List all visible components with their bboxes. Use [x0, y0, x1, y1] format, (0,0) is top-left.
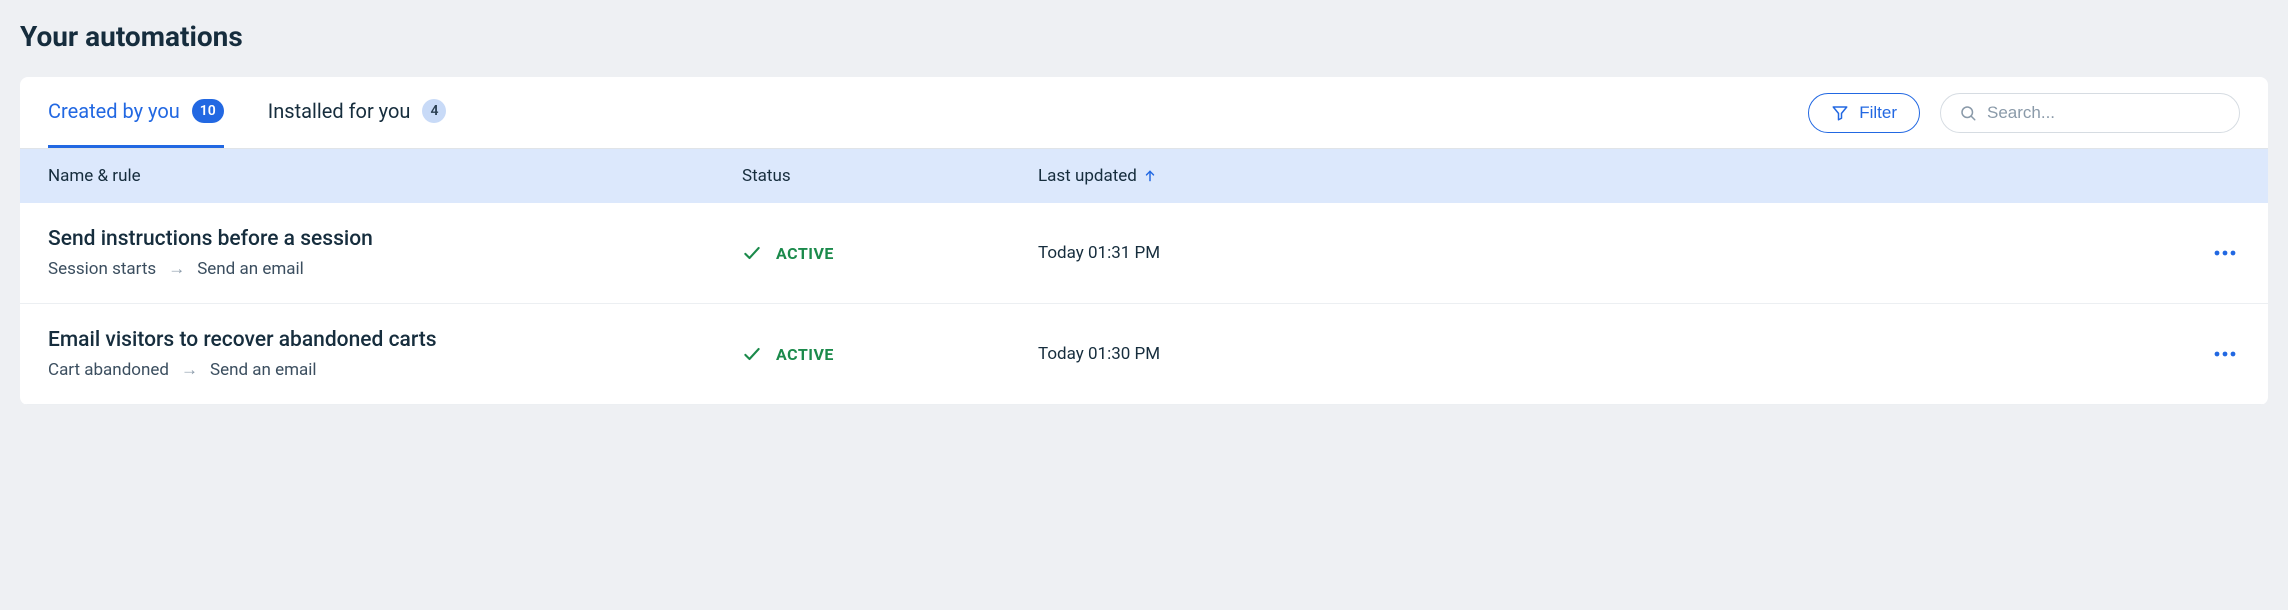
table-row[interactable]: Email visitors to recover abandoned cart… — [20, 304, 2268, 405]
automation-rule: Session starts → Send an email — [48, 259, 742, 279]
rule-action: Send an email — [210, 360, 317, 380]
row-name-cell: Send instructions before a session Sessi… — [48, 227, 742, 279]
search-icon — [1959, 104, 1977, 122]
row-name-cell: Email visitors to recover abandoned cart… — [48, 328, 742, 380]
rule-trigger: Cart abandoned — [48, 360, 169, 380]
status-cell: ACTIVE — [742, 243, 1038, 263]
filter-button[interactable]: Filter — [1808, 93, 1920, 133]
table-row[interactable]: Send instructions before a session Sessi… — [20, 203, 2268, 304]
rule-action: Send an email — [197, 259, 304, 279]
automations-card: Created by you 10 Installed for you 4 Fi… — [20, 77, 2268, 405]
updated-cell: Today 01:31 PM — [1038, 243, 2180, 263]
column-header-name[interactable]: Name & rule — [48, 166, 742, 186]
tabs: Created by you 10 Installed for you 4 — [48, 77, 1808, 148]
automation-title: Send instructions before a session — [48, 227, 742, 251]
tab-count-badge: 4 — [422, 99, 446, 123]
automation-rule: Cart abandoned → Send an email — [48, 360, 742, 380]
tabs-row: Created by you 10 Installed for you 4 Fi… — [20, 77, 2268, 149]
tab-label: Installed for you — [268, 99, 411, 123]
filter-icon — [1831, 104, 1849, 122]
updated-cell: Today 01:30 PM — [1038, 344, 2180, 364]
arrow-right-icon: → — [181, 360, 198, 380]
tab-label: Created by you — [48, 99, 180, 123]
tab-installed-for-you[interactable]: Installed for you 4 — [268, 77, 447, 148]
tab-count-badge: 10 — [192, 99, 224, 123]
check-icon — [742, 243, 762, 263]
arrow-right-icon: → — [168, 259, 185, 279]
more-actions-button[interactable] — [2210, 339, 2240, 369]
tab-created-by-you[interactable]: Created by you 10 — [48, 77, 224, 148]
sort-ascending-icon — [1143, 169, 1157, 183]
filter-label: Filter — [1859, 103, 1897, 123]
status-label: ACTIVE — [776, 345, 834, 364]
page-title: Your automations — [20, 20, 2268, 53]
column-header-updated-label: Last updated — [1038, 166, 1137, 186]
column-header-status[interactable]: Status — [742, 166, 1038, 186]
header-actions: Filter — [1808, 93, 2240, 133]
search-input[interactable] — [1987, 103, 2221, 123]
more-actions-button[interactable] — [2210, 238, 2240, 268]
status-label: ACTIVE — [776, 244, 834, 263]
column-header-updated[interactable]: Last updated — [1038, 166, 2180, 186]
search-field[interactable] — [1940, 93, 2240, 133]
rule-trigger: Session starts — [48, 259, 156, 279]
status-cell: ACTIVE — [742, 344, 1038, 364]
automation-title: Email visitors to recover abandoned cart… — [48, 328, 742, 352]
check-icon — [742, 344, 762, 364]
table-header: Name & rule Status Last updated — [20, 149, 2268, 203]
